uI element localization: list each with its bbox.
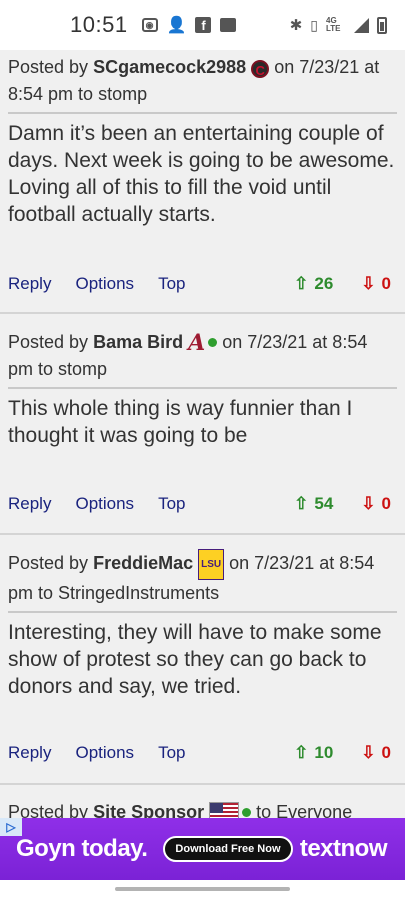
posted-by-label: Posted by — [8, 553, 89, 573]
online-status-icon — [208, 338, 218, 347]
thumbs-up-arrow-icon: ⇧ — [294, 274, 309, 293]
clock: 10:51 — [70, 12, 128, 37]
reply-button[interactable]: Reply — [8, 274, 51, 294]
downvote-count: 0 — [381, 743, 391, 762]
thumbs-up-arrow-icon: ⇧ — [294, 494, 309, 513]
thumbs-up-arrow-icon: ⇧ — [294, 743, 309, 762]
home-gesture-pill[interactable] — [115, 887, 290, 891]
post-header: Posted by SCgamecock2988 C on 7/23/21 at… — [8, 50, 397, 108]
post: Posted by SCgamecock2988 C on 7/23/21 at… — [0, 50, 405, 314]
downvote-button[interactable]: ⇩ 0 — [361, 743, 391, 763]
facebook-icon: f — [195, 17, 212, 33]
post-body: Damn it’s been an entertaining couple of… — [8, 122, 395, 226]
upvote-count: 26 — [314, 274, 334, 293]
options-button[interactable]: Options — [75, 743, 134, 763]
reply-button[interactable]: Reply — [8, 743, 51, 763]
posts-feed: Posted by SCgamecock2988 C on 7/23/21 at… — [0, 50, 405, 845]
bluetooth-icon: ✱ — [289, 17, 303, 34]
options-button[interactable]: Options — [75, 274, 134, 294]
post-body: Interesting, they will have to make some… — [8, 621, 382, 698]
post-actions: Reply Options Top ⇧ 26 ⇩ 0 — [8, 274, 391, 294]
reply-button[interactable]: Reply — [8, 494, 51, 514]
team-logo-icon: C — [251, 60, 270, 78]
downvote-button[interactable]: ⇩ 0 — [361, 274, 391, 294]
image-icon — [220, 18, 237, 32]
ad-brand-logo: textnow — [299, 835, 388, 862]
downvote-count: 0 — [381, 274, 391, 293]
thumbs-down-arrow-icon: ⇩ — [361, 274, 376, 293]
upvote-button[interactable]: ⇧ 26 — [294, 274, 333, 294]
ad-banner[interactable]: ▷ Goyn today. Download Free Now textnow — [0, 818, 405, 880]
downvote-count: 0 — [381, 494, 391, 513]
team-logo-icon: LSU — [198, 549, 225, 580]
author-link[interactable]: SCgamecock2988 — [93, 57, 246, 77]
reply-to-link[interactable]: stomp — [58, 359, 107, 379]
upvote-button[interactable]: ⇧ 54 — [294, 494, 333, 514]
reply-to-link[interactable]: stomp — [98, 84, 147, 104]
thumbs-down-arrow-icon: ⇩ — [361, 494, 376, 513]
ad-headline: Goyn today. — [16, 835, 148, 862]
post-header: Posted by Bama Bird A on 7/23/21 at 8:54… — [8, 314, 397, 383]
author-link[interactable]: FreddieMac — [93, 553, 193, 573]
signal-icon — [354, 17, 369, 33]
upvote-count: 10 — [314, 743, 334, 762]
battery-icon — [377, 16, 387, 34]
post-header: Posted by FreddieMac LSU on 7/23/21 at 8… — [8, 535, 397, 607]
top-button[interactable]: Top — [158, 494, 185, 514]
vibrate-icon: ▯ — [310, 16, 318, 33]
ad-choices-icon[interactable]: ▷ — [0, 818, 22, 836]
top-button[interactable]: Top — [158, 274, 185, 294]
status-bar: 10:51 ◉ 👤 f ✱ ▯ 4G LTE — [0, 0, 405, 50]
post-actions: Reply Options Top ⇧ 10 ⇩ 0 — [8, 743, 391, 763]
network-type: 4G LTE — [326, 16, 341, 33]
post-body: This whole thing is way funnier than I t… — [8, 397, 353, 447]
online-status-icon — [242, 808, 252, 817]
posted-by-label: Posted by — [8, 332, 89, 352]
add-contact-icon: 👤 — [166, 17, 187, 34]
ad-download-button[interactable]: Download Free Now — [163, 836, 293, 862]
screen-record-icon: ◉ — [141, 18, 158, 32]
team-logo-icon: A — [188, 330, 206, 356]
post: Posted by Bama Bird A on 7/23/21 at 8:54… — [0, 314, 405, 535]
thumbs-down-arrow-icon: ⇩ — [361, 743, 376, 762]
downvote-button[interactable]: ⇩ 0 — [361, 494, 391, 514]
reply-to-link[interactable]: StringedInstruments — [58, 583, 219, 603]
posted-by-label: Posted by — [8, 57, 89, 77]
upvote-count: 54 — [314, 494, 334, 513]
author-link[interactable]: Bama Bird — [93, 332, 183, 352]
post-actions: Reply Options Top ⇧ 54 ⇩ 0 — [8, 494, 391, 514]
top-button[interactable]: Top — [158, 743, 185, 763]
system-nav-bar — [0, 880, 405, 900]
post: Posted by FreddieMac LSU on 7/23/21 at 8… — [0, 535, 405, 785]
upvote-button[interactable]: ⇧ 10 — [294, 743, 333, 763]
options-button[interactable]: Options — [75, 494, 134, 514]
